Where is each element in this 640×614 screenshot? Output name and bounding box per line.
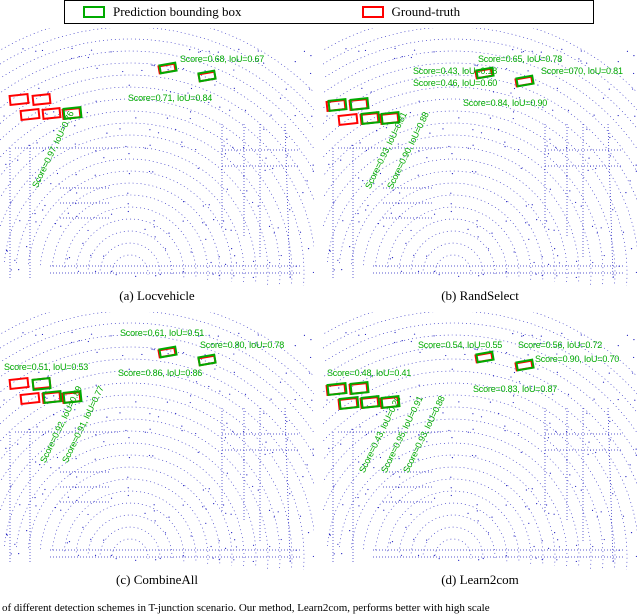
- pred-box: [349, 97, 369, 111]
- score-label: Score=0.71, IoU=0.84: [128, 93, 212, 103]
- gt-box: [337, 113, 358, 126]
- gt-box: [19, 108, 40, 121]
- score-label: Score=0.83, IoU=0.87: [473, 384, 557, 394]
- gt-box: [8, 377, 29, 390]
- legend-pred-label: Prediction bounding box: [113, 4, 242, 20]
- pred-box: [42, 390, 62, 404]
- score-label: Score=0.46, IoU=0.60: [413, 78, 497, 88]
- score-label: Score=0.65, IoU=0.78: [478, 54, 562, 64]
- pred-box: [326, 382, 347, 396]
- score-label: Score=0.90, IoU=0.70: [535, 354, 619, 364]
- score-label: Score=0.54, IoU=0.55: [418, 340, 502, 350]
- pred-box: [31, 377, 51, 391]
- legend: Prediction bounding box Ground-truth: [64, 0, 594, 24]
- scene-a: Score=0.68, IoU=0.67 Score=0.71, IoU=0.84…: [0, 28, 314, 286]
- panel-b: Score=0.65, IoU=0.78 Score=0.43, IoU=0.18…: [323, 28, 637, 308]
- pred-box: [360, 395, 380, 409]
- score-label: Score=0.68, IoU=0.67: [180, 54, 264, 64]
- panel-a: Score=0.68, IoU=0.67 Score=0.71, IoU=0.84…: [0, 28, 314, 308]
- gt-swatch: [362, 6, 384, 18]
- legend-item-pred: Prediction bounding box: [83, 4, 242, 20]
- pred-box: [327, 98, 347, 112]
- legend-gt-label: Ground-truth: [392, 4, 461, 20]
- scene-b: Score=0.65, IoU=0.78 Score=0.43, IoU=0.18…: [323, 28, 637, 286]
- panel-c: Score=0.61, IoU=0.51 Score=0.51, IoU=0.53…: [0, 312, 314, 592]
- caption-a: (a) Locvehicle: [0, 288, 314, 304]
- score-label: Score=0.86, IoU=0.86: [118, 368, 202, 378]
- footer-caption: of different detection schemes in T-junc…: [2, 602, 638, 614]
- gt-box: [31, 93, 51, 106]
- score-label: Score=0.61, IoU=0.51: [120, 328, 204, 338]
- scene-d: Score=0.54, IoU=0.55 Score=0.48, IoU=0.41…: [323, 312, 637, 570]
- pred-box: [360, 111, 380, 125]
- gt-box: [19, 392, 40, 405]
- score-label: Score=0.56, IoU=0.72: [518, 340, 602, 350]
- scene-c: Score=0.61, IoU=0.51 Score=0.51, IoU=0.53…: [0, 312, 314, 570]
- score-label: Score=0.48, IoU=0.41: [327, 368, 411, 378]
- panel-grid: Score=0.68, IoU=0.67 Score=0.71, IoU=0.84…: [0, 28, 640, 592]
- pred-box: [338, 396, 359, 410]
- caption-b: (b) RandSelect: [323, 288, 637, 304]
- pred-swatch: [83, 6, 105, 18]
- caption-d: (d) Learn2com: [323, 572, 637, 588]
- gt-box: [41, 107, 61, 120]
- panel-d: Score=0.54, IoU=0.55 Score=0.48, IoU=0.41…: [323, 312, 637, 592]
- pred-box: [349, 381, 369, 395]
- score-label: Score=0.43, IoU=0.18: [413, 66, 497, 76]
- score-label: Score=070, IoU=0.81: [541, 66, 623, 76]
- score-label: Score=0.80, IoU=0.78: [200, 340, 284, 350]
- score-label: Score=0.51, IoU=0.53: [4, 362, 88, 372]
- gt-box: [8, 93, 29, 106]
- caption-c: (c) CombineAll: [0, 572, 314, 588]
- score-label: Score=0.84, IoU=0.90: [463, 98, 547, 108]
- legend-item-gt: Ground-truth: [362, 4, 461, 20]
